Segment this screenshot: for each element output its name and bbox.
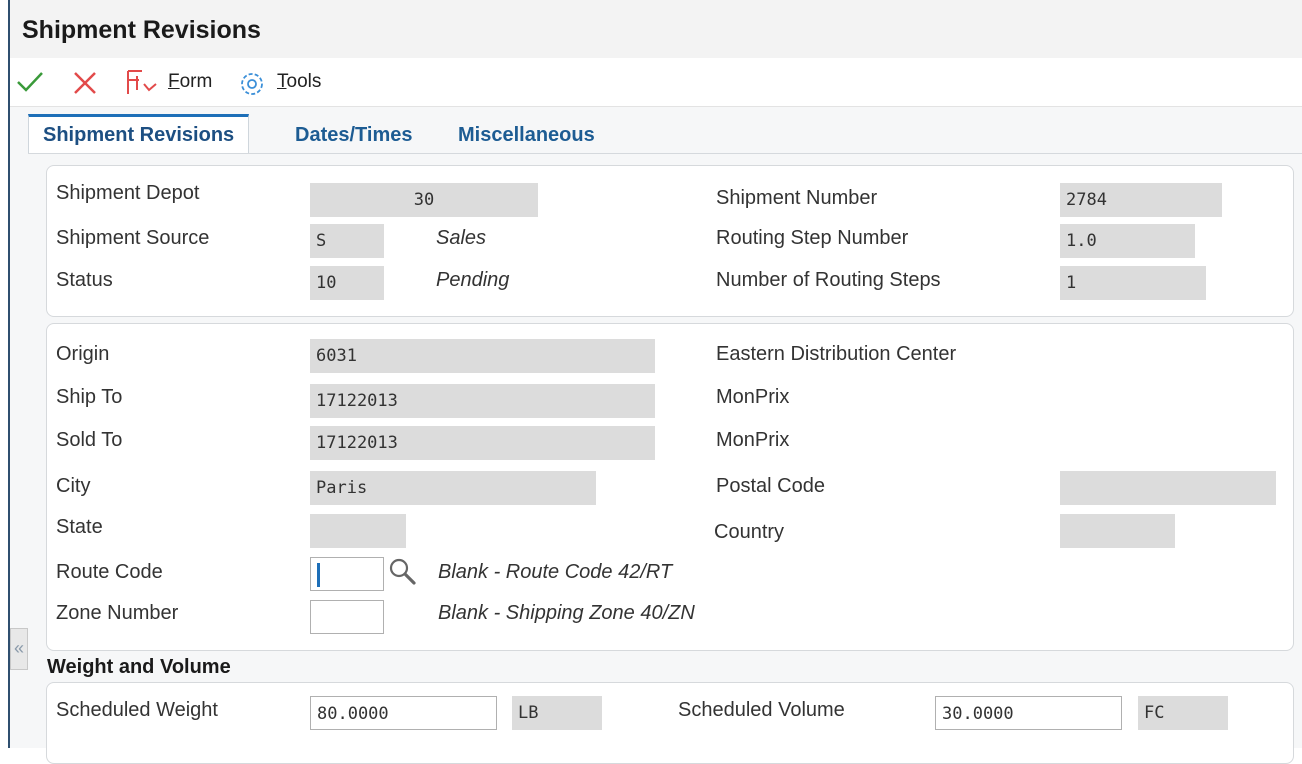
state-field — [310, 514, 406, 548]
search-icon[interactable] — [388, 557, 418, 587]
shipment-source-label: Shipment Source — [56, 227, 210, 249]
status-label: Status — [56, 269, 113, 291]
weight-volume-section-title: Weight and Volume — [47, 656, 231, 678]
title-bar: Shipment Revisions — [10, 0, 1302, 59]
scheduled-volume-label: Scheduled Volume — [678, 699, 845, 721]
check-icon[interactable] — [16, 70, 44, 94]
country-field — [1060, 514, 1175, 548]
state-label: State — [56, 516, 103, 538]
weight-volume-panel: Scheduled Weight 80.0000 LB Scheduled Vo… — [46, 682, 1294, 764]
shipment-depot-label: Shipment Depot — [56, 182, 200, 204]
route-code-input[interactable] — [310, 557, 384, 591]
country-label: Country — [714, 521, 785, 543]
tools-gear-icon[interactable] — [238, 70, 266, 98]
text-cursor — [317, 563, 320, 587]
scheduled-weight-label: Scheduled Weight — [56, 699, 218, 721]
tools-menu-button[interactable]: Tools — [277, 71, 321, 93]
cancel-icon[interactable] — [72, 70, 98, 96]
sold-to-desc: MonPrix — [716, 429, 790, 451]
sold-to-label: Sold To — [56, 429, 123, 451]
shipment-number-label: Shipment Number — [716, 187, 878, 209]
scheduled-volume-uom-field: FC — [1138, 696, 1228, 730]
shipment-source-field: S — [310, 224, 384, 258]
postal-code-field — [1060, 471, 1276, 505]
tab-miscellaneous[interactable]: Miscellaneous — [458, 117, 595, 153]
scheduled-weight-input[interactable]: 80.0000 — [310, 696, 497, 730]
shipment-header-panel: Shipment Depot 30 Shipment Source S Sale… — [46, 165, 1294, 317]
ship-to-label: Ship To — [56, 386, 123, 408]
left-edge-bar — [0, 0, 10, 748]
tab-shipment-revisions[interactable]: Shipment Revisions — [28, 114, 250, 154]
status-field: 10 — [310, 266, 384, 300]
shipment-source-desc: Sales — [436, 227, 487, 249]
city-field: Paris — [310, 471, 596, 505]
toolbar: Form Tools — [10, 58, 1302, 107]
shipment-number-field: 2784 — [1060, 183, 1222, 217]
routing-step-number-label: Routing Step Number — [716, 227, 909, 249]
origin-desc: Eastern Distribution Center — [716, 343, 957, 365]
collapse-icon[interactable]: « — [10, 628, 28, 670]
sold-to-field: 17122013 — [310, 426, 655, 460]
form-menu-icon[interactable] — [124, 68, 160, 98]
number-of-routing-steps-label: Number of Routing Steps — [716, 269, 941, 291]
number-of-routing-steps-field: 1 — [1060, 266, 1206, 300]
shipment-depot-field: 30 — [310, 183, 538, 217]
zone-number-desc: Blank - Shipping Zone 40/ZN — [438, 602, 695, 624]
form-menu-button[interactable]: Form — [168, 71, 212, 93]
scheduled-weight-uom-field: LB — [512, 696, 602, 730]
tab-divider — [28, 153, 1302, 154]
origin-field: 6031 — [310, 339, 655, 373]
routing-step-number-field: 1.0 — [1060, 224, 1195, 258]
tab-dates-times[interactable]: Dates/Times — [295, 117, 412, 153]
zone-number-label: Zone Number — [56, 602, 179, 624]
form-content: Shipment Revisions Dates/Times Miscellan… — [10, 107, 1302, 764]
route-code-desc: Blank - Route Code 42/RT — [438, 561, 673, 583]
page-title: Shipment Revisions — [22, 16, 261, 44]
ship-to-desc: MonPrix — [716, 386, 790, 408]
city-label: City — [56, 475, 91, 497]
zone-number-input[interactable] — [310, 600, 384, 634]
postal-code-label: Postal Code — [716, 475, 825, 497]
status-desc: Pending — [436, 269, 510, 291]
ship-to-field: 17122013 — [310, 384, 655, 418]
address-panel: Origin 6031 Eastern Distribution Center … — [46, 323, 1294, 651]
scheduled-volume-input[interactable]: 30.0000 — [935, 696, 1122, 730]
origin-label: Origin — [56, 343, 110, 365]
route-code-label: Route Code — [56, 561, 163, 583]
